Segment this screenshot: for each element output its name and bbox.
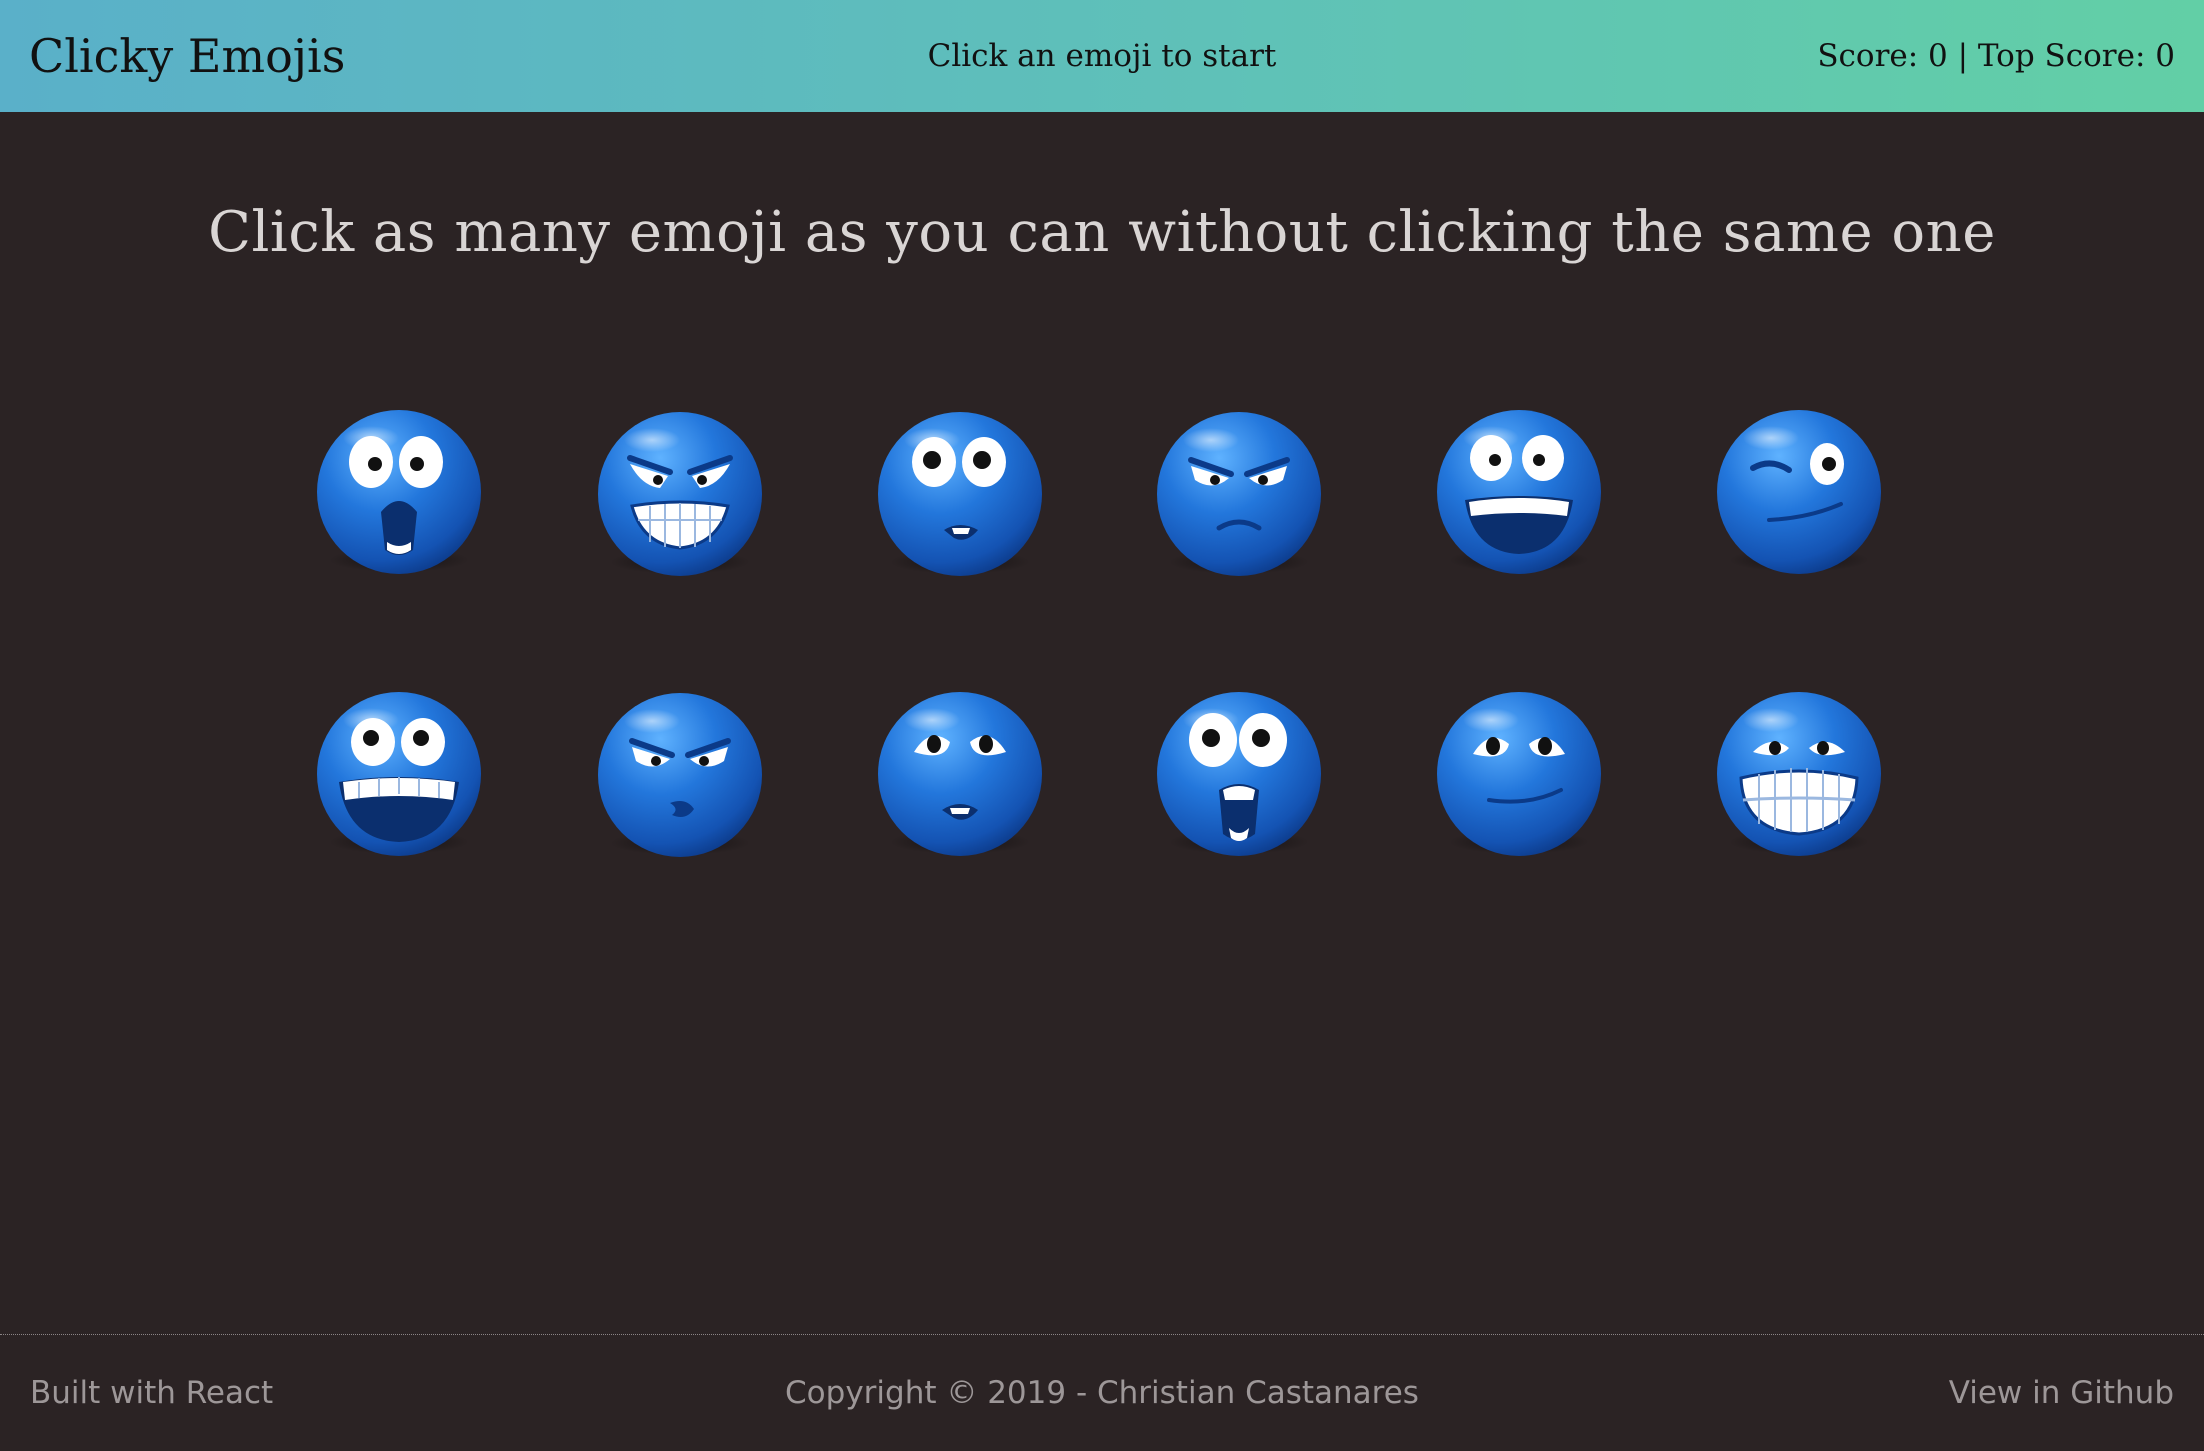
github-link[interactable]: View in Github [1949,1335,2174,1447]
worried-lip-bite-face-icon [878,692,1042,856]
angry-pout-face-icon [598,693,762,857]
screaming-face-icon [1157,692,1321,856]
grimace-emoji[interactable] [1709,682,1889,862]
angry-grin-face-icon [598,412,762,576]
grimace-face-icon [1717,692,1881,856]
game-status-text: Click an emoji to start [927,38,1277,74]
angry-frown-emoji[interactable] [1149,402,1329,582]
built-with-react: Built with React [30,1375,274,1411]
nervous-lip-bite-emoji[interactable] [870,402,1050,582]
brand-title[interactable]: Clicky Emojis [29,0,345,112]
angry-pout-emoji[interactable] [590,683,770,863]
big-grin-face-icon [1437,410,1601,574]
instructions: Click as many emoji as you can without c… [208,200,1996,265]
screaming-emoji[interactable] [1149,682,1329,862]
smirk-face-icon [1437,692,1601,856]
copyright: Copyright © 2019 - Christian Castanares [0,1335,2204,1447]
laughing-face-icon [317,692,481,856]
wink-face-icon [1717,410,1881,574]
footer: Built with React Copyright © 2019 - Chri… [0,1334,2204,1446]
shocked-emoji[interactable] [309,400,489,580]
big-grin-emoji[interactable] [1429,400,1609,580]
wink-emoji[interactable] [1709,400,1889,580]
navbar: Clicky Emojis Click an emoji to start Sc… [0,0,2204,112]
nervous-lip-bite-face-icon [878,412,1042,576]
copyright-text: Copyright © 2019 - Christian Castanares [785,1375,1419,1411]
shocked-face-icon [317,410,481,574]
smirk-emoji[interactable] [1429,682,1609,862]
angry-frown-face-icon [1157,412,1321,576]
score-display: Score: 0 | Top Score: 0 [1817,38,2175,74]
angry-grin-emoji[interactable] [590,402,770,582]
laughing-emoji[interactable] [309,682,489,862]
worried-lip-bite-emoji[interactable] [870,682,1050,862]
